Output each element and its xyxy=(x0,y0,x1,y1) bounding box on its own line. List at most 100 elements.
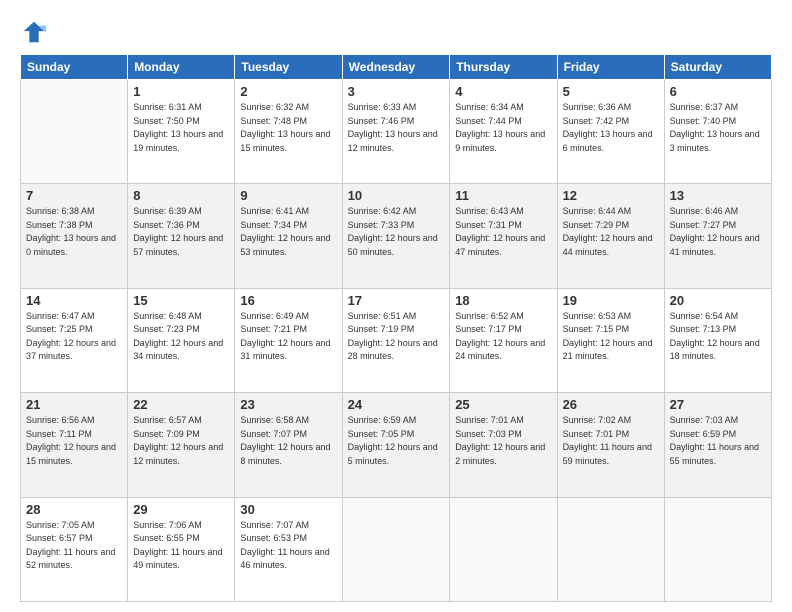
day-info: Sunrise: 6:32 AMSunset: 7:48 PMDaylight:… xyxy=(240,101,336,155)
calendar-cell: 23 Sunrise: 6:58 AMSunset: 7:07 PMDayligh… xyxy=(235,393,342,497)
day-info: Sunrise: 6:42 AMSunset: 7:33 PMDaylight:… xyxy=(348,205,445,259)
day-number: 14 xyxy=(26,293,122,308)
calendar-cell: 7 Sunrise: 6:38 AMSunset: 7:38 PMDaylight… xyxy=(21,184,128,288)
day-number: 1 xyxy=(133,84,229,99)
weekday-header-wednesday: Wednesday xyxy=(342,55,450,80)
calendar: SundayMondayTuesdayWednesdayThursdayFrid… xyxy=(20,54,772,602)
day-info: Sunrise: 6:31 AMSunset: 7:50 PMDaylight:… xyxy=(133,101,229,155)
day-number: 15 xyxy=(133,293,229,308)
calendar-cell: 29Sunrise: 7:06 AMSunset: 6:55 PMDayligh… xyxy=(128,497,235,601)
day-number: 19 xyxy=(563,293,659,308)
calendar-week-row: 7 Sunrise: 6:38 AMSunset: 7:38 PMDaylight… xyxy=(21,184,772,288)
day-info: Sunrise: 6:54 AMSunset: 7:13 PMDaylight:… xyxy=(670,310,766,364)
day-info: Sunrise: 6:43 AMSunset: 7:31 PMDaylight:… xyxy=(455,205,551,259)
calendar-cell: 1 Sunrise: 6:31 AMSunset: 7:50 PMDaylight… xyxy=(128,80,235,184)
weekday-header-monday: Monday xyxy=(128,55,235,80)
calendar-week-row: 28 Sunrise: 7:05 AMSunset: 6:57 PMDayligh… xyxy=(21,497,772,601)
day-number: 6 xyxy=(670,84,766,99)
calendar-cell: 21 Sunrise: 6:56 AMSunset: 7:11 PMDayligh… xyxy=(21,393,128,497)
day-number: 11 xyxy=(455,188,551,203)
logo-icon xyxy=(20,18,48,46)
day-number: 28 xyxy=(26,502,122,517)
day-number: 16 xyxy=(240,293,336,308)
day-info: Sunrise: 6:51 AMSunset: 7:19 PMDaylight:… xyxy=(348,310,445,364)
calendar-week-row: 21 Sunrise: 6:56 AMSunset: 7:11 PMDayligh… xyxy=(21,393,772,497)
header xyxy=(20,18,772,46)
day-number: 20 xyxy=(670,293,766,308)
calendar-cell xyxy=(342,497,450,601)
calendar-cell: 20 Sunrise: 6:54 AMSunset: 7:13 PMDayligh… xyxy=(664,288,771,392)
weekday-header-row: SundayMondayTuesdayWednesdayThursdayFrid… xyxy=(21,55,772,80)
day-number: 24 xyxy=(348,397,445,412)
calendar-cell: 19 Sunrise: 6:53 AMSunset: 7:15 PMDayligh… xyxy=(557,288,664,392)
day-number: 3 xyxy=(348,84,445,99)
calendar-cell: 27Sunrise: 7:03 AMSunset: 6:59 PMDayligh… xyxy=(664,393,771,497)
calendar-cell: 28 Sunrise: 7:05 AMSunset: 6:57 PMDayligh… xyxy=(21,497,128,601)
day-number: 22 xyxy=(133,397,229,412)
day-info: Sunrise: 7:06 AMSunset: 6:55 PMDaylight:… xyxy=(133,519,229,573)
day-number: 7 xyxy=(26,188,122,203)
calendar-cell: 5Sunrise: 6:36 AMSunset: 7:42 PMDaylight… xyxy=(557,80,664,184)
calendar-cell: 18 Sunrise: 6:52 AMSunset: 7:17 PMDayligh… xyxy=(450,288,557,392)
calendar-cell: 2 Sunrise: 6:32 AMSunset: 7:48 PMDaylight… xyxy=(235,80,342,184)
day-info: Sunrise: 7:07 AMSunset: 6:53 PMDaylight:… xyxy=(240,519,336,573)
calendar-cell: 26 Sunrise: 7:02 AMSunset: 7:01 PMDayligh… xyxy=(557,393,664,497)
day-info: Sunrise: 6:33 AMSunset: 7:46 PMDaylight:… xyxy=(348,101,445,155)
calendar-cell xyxy=(664,497,771,601)
day-info: Sunrise: 6:44 AMSunset: 7:29 PMDaylight:… xyxy=(563,205,659,259)
day-number: 23 xyxy=(240,397,336,412)
day-info: Sunrise: 6:53 AMSunset: 7:15 PMDaylight:… xyxy=(563,310,659,364)
day-number: 27 xyxy=(670,397,766,412)
day-info: Sunrise: 6:48 AMSunset: 7:23 PMDaylight:… xyxy=(133,310,229,364)
weekday-header-friday: Friday xyxy=(557,55,664,80)
day-info: Sunrise: 7:01 AMSunset: 7:03 PMDaylight:… xyxy=(455,414,551,468)
day-info: Sunrise: 6:52 AMSunset: 7:17 PMDaylight:… xyxy=(455,310,551,364)
day-number: 10 xyxy=(348,188,445,203)
day-number: 12 xyxy=(563,188,659,203)
weekday-header-sunday: Sunday xyxy=(21,55,128,80)
calendar-cell: 25Sunrise: 7:01 AMSunset: 7:03 PMDayligh… xyxy=(450,393,557,497)
weekday-header-tuesday: Tuesday xyxy=(235,55,342,80)
calendar-cell xyxy=(557,497,664,601)
calendar-cell: 10 Sunrise: 6:42 AMSunset: 7:33 PMDayligh… xyxy=(342,184,450,288)
day-number: 5 xyxy=(563,84,659,99)
weekday-header-saturday: Saturday xyxy=(664,55,771,80)
calendar-cell: 13 Sunrise: 6:46 AMSunset: 7:27 PMDayligh… xyxy=(664,184,771,288)
day-number: 21 xyxy=(26,397,122,412)
calendar-week-row: 14 Sunrise: 6:47 AMSunset: 7:25 PMDayligh… xyxy=(21,288,772,392)
day-number: 17 xyxy=(348,293,445,308)
calendar-cell xyxy=(21,80,128,184)
calendar-cell: 3 Sunrise: 6:33 AMSunset: 7:46 PMDaylight… xyxy=(342,80,450,184)
day-info: Sunrise: 6:57 AMSunset: 7:09 PMDaylight:… xyxy=(133,414,229,468)
day-number: 13 xyxy=(670,188,766,203)
day-info: Sunrise: 7:05 AMSunset: 6:57 PMDaylight:… xyxy=(26,519,122,573)
day-number: 4 xyxy=(455,84,551,99)
calendar-cell: 9Sunrise: 6:41 AMSunset: 7:34 PMDaylight… xyxy=(235,184,342,288)
calendar-cell: 6Sunrise: 6:37 AMSunset: 7:40 PMDaylight… xyxy=(664,80,771,184)
logo xyxy=(20,18,50,46)
calendar-cell: 17 Sunrise: 6:51 AMSunset: 7:19 PMDayligh… xyxy=(342,288,450,392)
day-number: 18 xyxy=(455,293,551,308)
weekday-header-thursday: Thursday xyxy=(450,55,557,80)
page: SundayMondayTuesdayWednesdayThursdayFrid… xyxy=(0,0,792,612)
calendar-cell: 15 Sunrise: 6:48 AMSunset: 7:23 PMDayligh… xyxy=(128,288,235,392)
calendar-cell: 14 Sunrise: 6:47 AMSunset: 7:25 PMDayligh… xyxy=(21,288,128,392)
day-info: Sunrise: 6:47 AMSunset: 7:25 PMDaylight:… xyxy=(26,310,122,364)
day-info: Sunrise: 6:38 AMSunset: 7:38 PMDaylight:… xyxy=(26,205,122,259)
calendar-cell: 8 Sunrise: 6:39 AMSunset: 7:36 PMDaylight… xyxy=(128,184,235,288)
day-number: 30 xyxy=(240,502,336,517)
day-info: Sunrise: 6:58 AMSunset: 7:07 PMDaylight:… xyxy=(240,414,336,468)
day-number: 9 xyxy=(240,188,336,203)
day-info: Sunrise: 6:39 AMSunset: 7:36 PMDaylight:… xyxy=(133,205,229,259)
day-number: 8 xyxy=(133,188,229,203)
day-info: Sunrise: 6:59 AMSunset: 7:05 PMDaylight:… xyxy=(348,414,445,468)
calendar-cell: 30 Sunrise: 7:07 AMSunset: 6:53 PMDayligh… xyxy=(235,497,342,601)
calendar-week-row: 1 Sunrise: 6:31 AMSunset: 7:50 PMDaylight… xyxy=(21,80,772,184)
calendar-cell: 24 Sunrise: 6:59 AMSunset: 7:05 PMDayligh… xyxy=(342,393,450,497)
day-info: Sunrise: 6:56 AMSunset: 7:11 PMDaylight:… xyxy=(26,414,122,468)
day-info: Sunrise: 6:46 AMSunset: 7:27 PMDaylight:… xyxy=(670,205,766,259)
day-info: Sunrise: 7:02 AMSunset: 7:01 PMDaylight:… xyxy=(563,414,659,468)
day-number: 2 xyxy=(240,84,336,99)
calendar-cell: 16Sunrise: 6:49 AMSunset: 7:21 PMDayligh… xyxy=(235,288,342,392)
day-number: 26 xyxy=(563,397,659,412)
